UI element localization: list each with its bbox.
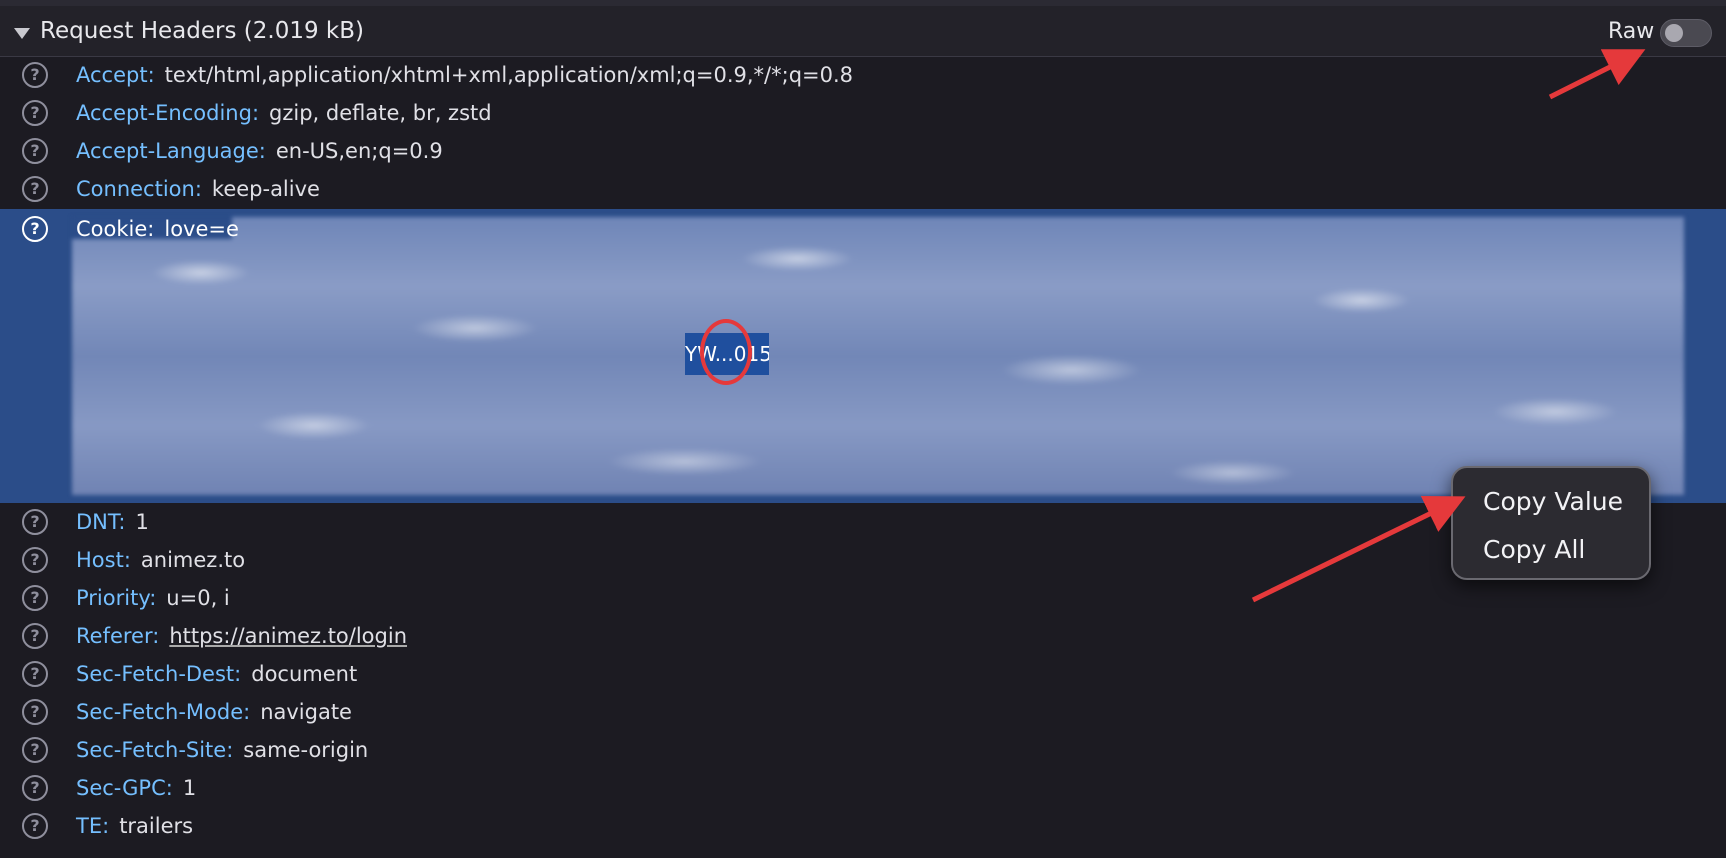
header-name: Sec-Fetch-Dest [76,662,235,686]
header-name: Cookie [76,217,148,241]
header-row-sec-fetch-site[interactable]: ? Sec-Fetch-Site: same-origin [0,731,1726,769]
help-icon[interactable]: ? [22,216,48,242]
help-icon[interactable]: ? [22,176,48,202]
header-row-referer[interactable]: ? Referer: https://animez.to/login [0,617,1726,655]
header-row-accept-encoding[interactable]: ? Accept-Encoding: gzip, deflate, br, zst… [0,94,1726,132]
header-value: 1 [135,510,149,534]
referer-link[interactable]: https://animez.to/login [169,624,407,648]
header-value: en-US,en;q=0.9 [275,139,443,163]
request-headers-section-header[interactable]: Request Headers (2.019 kB) Raw [0,6,1726,57]
raw-toggle-label: Raw [1608,19,1655,44]
annotation-circle [700,319,752,385]
header-value: animez.to [140,548,246,572]
header-value: u=0, i [166,586,230,610]
header-value: gzip, deflate, br, zstd [269,101,492,125]
header-name: Connection [76,177,195,201]
header-name: Accept [76,63,148,87]
chevron-down-icon[interactable] [14,28,30,39]
help-icon[interactable]: ? [22,775,48,801]
header-value: 1 [182,776,197,800]
help-icon[interactable]: ? [22,813,48,839]
header-name: Sec-Fetch-Mode [76,700,244,724]
header-name: TE [76,814,103,838]
help-icon[interactable]: ? [22,547,48,573]
header-row-sec-gpc[interactable]: ? Sec-GPC: 1 [0,769,1726,807]
header-name: DNT [76,510,119,534]
help-icon[interactable]: ? [22,661,48,687]
header-value: love=e [164,217,239,241]
help-icon[interactable]: ? [22,138,48,164]
help-icon[interactable]: ? [22,737,48,763]
help-icon[interactable]: ? [22,62,48,88]
header-value: document [251,662,358,686]
header-name: Sec-GPC [76,776,166,800]
header-value: navigate [260,700,352,724]
header-name: Accept-Encoding [76,101,252,125]
toggle-knob [1665,24,1683,42]
raw-toggle[interactable] [1660,19,1712,47]
header-value: keep-alive [211,177,320,201]
header-row-priority[interactable]: ? Priority: u=0, i [0,579,1726,617]
help-icon[interactable]: ? [22,100,48,126]
header-row-te[interactable]: ? TE: trailers [0,807,1726,845]
menu-item-copy-all[interactable]: Copy All [1483,534,1585,566]
header-row-connection[interactable]: ? Connection: keep-alive [0,170,1726,208]
help-icon[interactable]: ? [22,699,48,725]
menu-item-copy-value[interactable]: Copy Value [1483,486,1623,518]
help-icon[interactable]: ? [22,623,48,649]
header-value: text/html,application/xhtml+xml,applicat… [164,63,854,87]
context-menu: Copy Value Copy All [1451,466,1651,580]
header-row-sec-fetch-mode[interactable]: ? Sec-Fetch-Mode: navigate [0,693,1726,731]
header-value: same-origin [243,738,369,762]
header-name: Host [76,548,124,572]
header-name: Referer [76,624,153,648]
redacted-cookie-value [72,217,1684,495]
header-name: Priority [76,586,150,610]
help-icon[interactable]: ? [22,585,48,611]
section-title: Request Headers (2.019 kB) [40,18,364,44]
header-name: Sec-Fetch-Site [76,738,227,762]
header-row-sec-fetch-dest[interactable]: ? Sec-Fetch-Dest: document [0,655,1726,693]
header-row-accept[interactable]: ? Accept: text/html,application/xhtml+xml… [0,56,1726,94]
header-row-cookie[interactable]: ? Cookie: love=e YW...015 [0,209,1726,503]
header-row-accept-language[interactable]: ? Accept-Language: en-US,en;q=0.9 [0,132,1726,170]
header-name: Accept-Language [76,139,259,163]
header-value: trailers [119,814,194,838]
help-icon[interactable]: ? [22,509,48,535]
